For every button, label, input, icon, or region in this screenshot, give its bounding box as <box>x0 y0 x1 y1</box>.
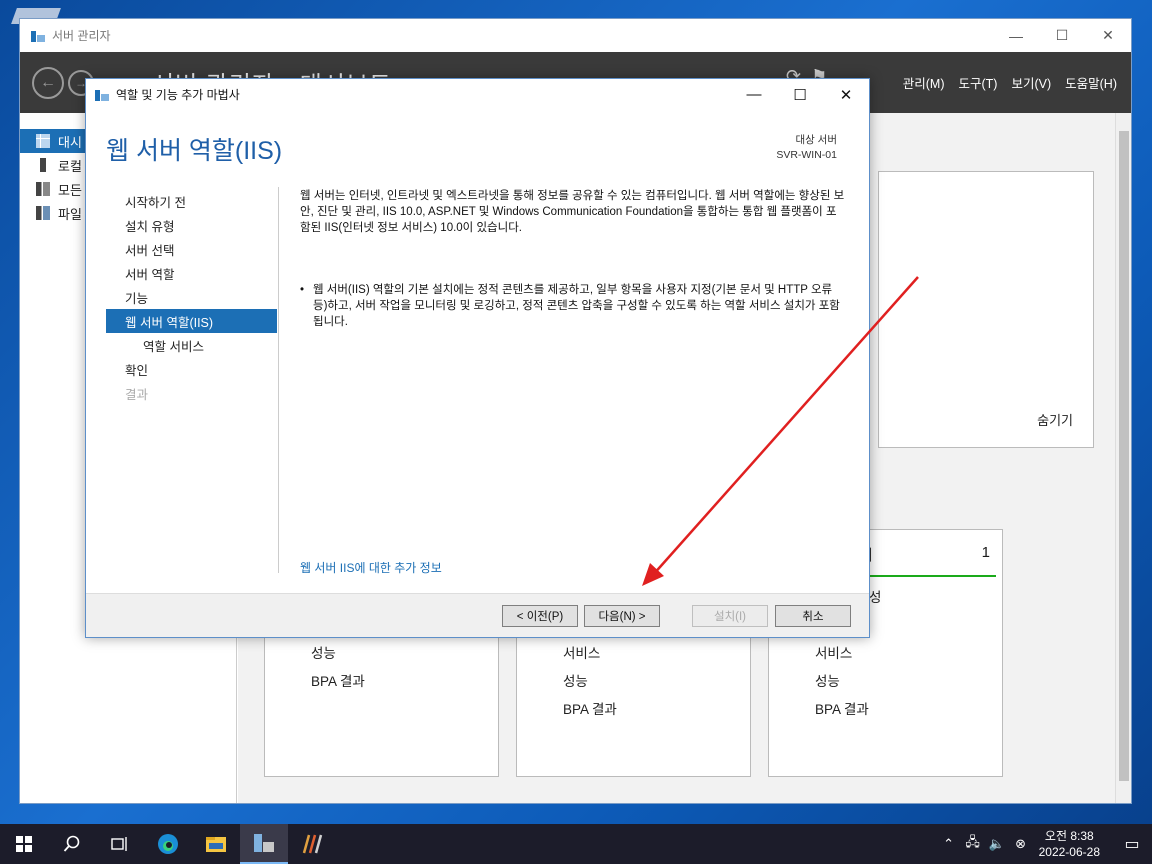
tile-count: 1 <box>981 544 990 561</box>
tile-row[interactable]: 성능 <box>815 670 840 690</box>
network-icon[interactable]: 🖧 <box>961 833 985 855</box>
step-role-services[interactable]: 역할 서비스 <box>106 333 277 357</box>
next-button[interactable]: 다음(N) > <box>584 605 660 627</box>
all-servers-icon <box>36 182 50 196</box>
step-features[interactable]: 기능 <box>106 285 277 309</box>
previous-button[interactable]: < 이전(P) <box>502 605 578 627</box>
wizard-maximize-button[interactable]: ☐ <box>777 79 823 110</box>
clock[interactable]: 오전 8:38 2022-06-28 <box>1039 828 1100 860</box>
step-web-server-role[interactable]: 웹 서버 역할(IIS) <box>106 309 277 333</box>
wizard-footer: < 이전(P) 다음(N) > 설치(I) 취소 <box>86 593 869 637</box>
notifications-icon[interactable]: ▭ <box>1112 834 1152 854</box>
server-manager-icon <box>95 89 109 101</box>
tile-row[interactable]: 성 <box>869 586 881 606</box>
step-results: 결과 <box>125 387 149 402</box>
menu-view[interactable]: 보기(V) <box>1011 73 1051 92</box>
edge-browser-icon[interactable] <box>144 824 192 864</box>
target-server-label: 대상 서버 <box>795 134 837 146</box>
menu-manage[interactable]: 관리(M) <box>903 73 945 92</box>
minimize-button[interactable]: — <box>993 19 1039 52</box>
step-before-you-begin[interactable]: 시작하기 전 <box>106 189 277 213</box>
wizard-steps-nav: 시작하기 전 설치 유형 서버 선택 서버 역할 기능 웹 서버 역할(IIS)… <box>106 189 277 405</box>
task-view-icon[interactable] <box>96 824 144 864</box>
file-services-icon <box>36 206 50 220</box>
server-manager-taskbar-icon[interactable] <box>240 824 288 864</box>
tile-row[interactable]: BPA 결과 <box>815 698 869 718</box>
step-installation-type[interactable]: 설치 유형 <box>106 213 277 237</box>
search-icon[interactable] <box>48 824 96 864</box>
tile-row[interactable]: 서비스 <box>815 642 852 662</box>
more-info-link[interactable]: 웹 서버 IIS에 대한 추가 정보 <box>300 559 442 576</box>
server-manager-icon <box>31 30 45 42</box>
step-confirmation[interactable]: 확인 <box>106 357 277 381</box>
steps-divider <box>278 187 279 573</box>
file-explorer-icon[interactable] <box>192 824 240 864</box>
add-roles-wizard-dialog: 역할 및 기능 추가 마법사 — ☐ ✕ 웹 서버 역할(IIS) 대상 서버 … <box>85 78 870 638</box>
welcome-panel: 숨기기 <box>878 171 1094 448</box>
wizard-title: 역할 및 기능 추가 마법사 <box>116 88 240 102</box>
error-status-icon[interactable]: ⊗ <box>1009 836 1033 852</box>
chevron-up-icon[interactable]: ⌃ <box>937 836 961 852</box>
cancel-button[interactable]: 취소 <box>775 605 851 627</box>
wizard-minimize-button[interactable]: — <box>731 79 777 110</box>
clock-time: 오전 8:38 <box>1044 829 1094 843</box>
server-manager-titlebar: 서버 관리자 — ☐ ✕ <box>20 19 1131 52</box>
system-tray: ⌃ 🖧 🔈 ⊗ 오전 8:38 2022-06-28 ▭ <box>937 824 1152 864</box>
menu-tools[interactable]: 도구(T) <box>959 73 998 92</box>
maximize-button[interactable]: ☐ <box>1039 19 1085 52</box>
wizard-close-button[interactable]: ✕ <box>823 79 869 110</box>
volume-muted-icon[interactable]: 🔈 <box>985 836 1009 852</box>
install-button: 설치(I) <box>692 605 768 627</box>
dashboard-scrollbar[interactable] <box>1115 113 1131 803</box>
tile-row[interactable]: BPA 결과 <box>563 698 617 718</box>
page-title: 웹 서버 역할(IIS) <box>106 137 283 165</box>
target-server-info: 대상 서버 SVR-WIN-01 <box>776 133 837 163</box>
app-launcher-icon[interactable] <box>288 824 336 864</box>
taskbar: ⌃ 🖧 🔈 ⊗ 오전 8:38 2022-06-28 ▭ <box>0 824 1152 864</box>
role-description: 웹 서버는 인터넷, 인트라넷 및 엑스트라넷을 통해 정보를 공유할 수 있는… <box>300 190 845 234</box>
window-title: 서버 관리자 <box>52 29 111 43</box>
role-bullet: • 웹 서버(IIS) 역할의 기본 설치에는 정적 콘텐츠를 제공하고, 일부… <box>300 284 840 328</box>
scrollbar-thumb[interactable] <box>1119 131 1129 781</box>
clock-date: 2022-06-28 <box>1038 845 1100 859</box>
back-arrow-icon[interactable]: ← <box>32 66 64 99</box>
start-windows-icon[interactable] <box>0 824 48 864</box>
tile-row[interactable]: 성능 <box>563 670 588 690</box>
step-server-roles[interactable]: 서버 역할 <box>106 261 277 285</box>
dashboard-icon <box>36 134 50 148</box>
tile-row[interactable]: 성능 <box>311 642 336 662</box>
local-server-icon <box>40 158 46 172</box>
wizard-titlebar: 역할 및 기능 추가 마법사 — ☐ ✕ <box>86 79 869 110</box>
tile-row[interactable]: 서비스 <box>563 642 600 662</box>
close-button[interactable]: ✕ <box>1085 19 1131 52</box>
step-server-selection[interactable]: 서버 선택 <box>106 237 277 261</box>
menu-help[interactable]: 도움말(H) <box>1065 73 1117 92</box>
target-server-name: SVR-WIN-01 <box>776 149 837 161</box>
hide-link[interactable]: 숨기기 <box>1037 410 1073 429</box>
tile-row[interactable]: BPA 결과 <box>311 670 365 690</box>
bullet-icon: • <box>300 284 305 296</box>
